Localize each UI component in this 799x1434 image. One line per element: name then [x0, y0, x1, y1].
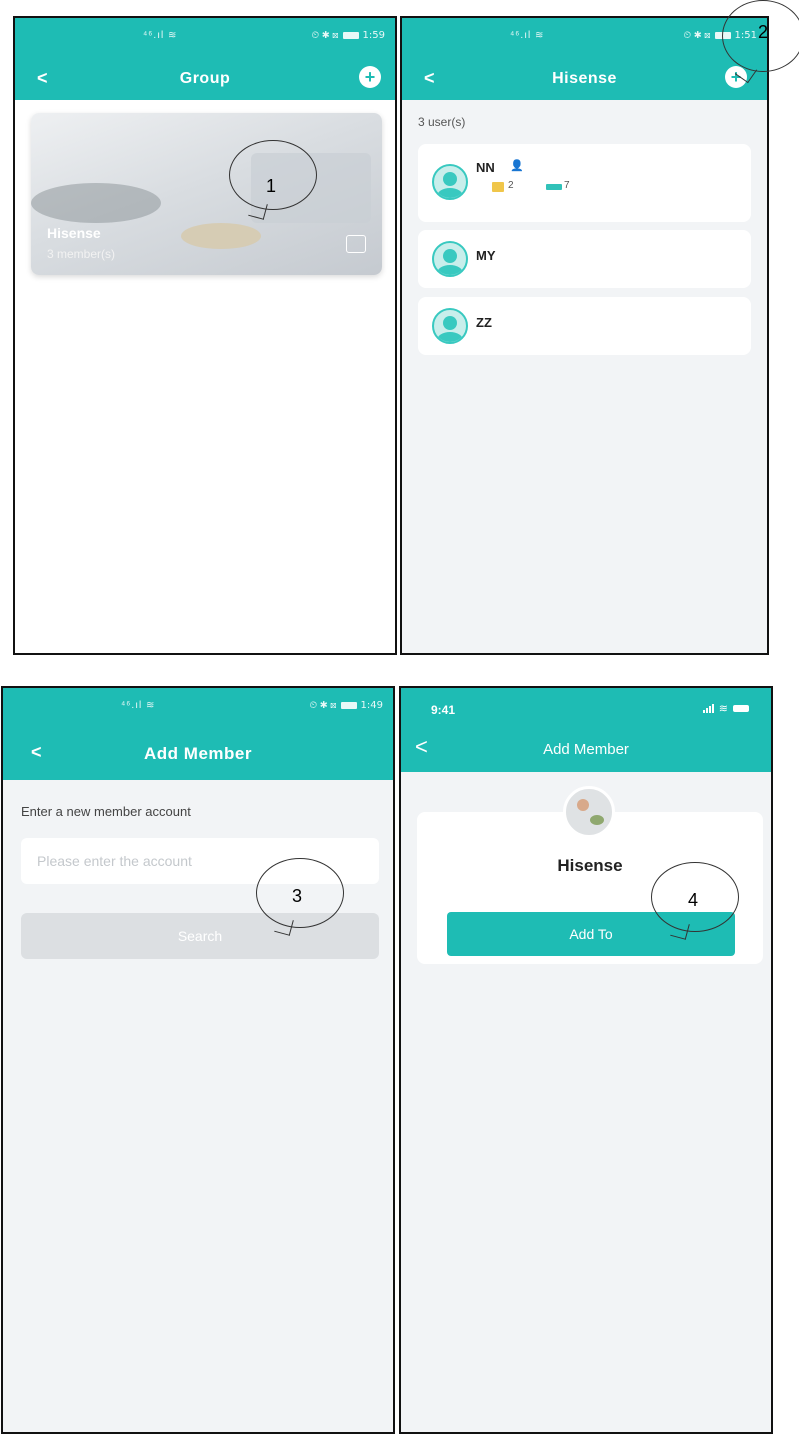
signal-icon: ⁴⁶.ıl ≋	[510, 30, 545, 41]
nav-bar: < Group +	[15, 58, 395, 100]
callout-number-4: 4	[688, 890, 699, 910]
folder-icon	[492, 182, 504, 192]
status-bar: ⁴⁶.ıl ≋ ⏲ ✱ ⊠ 1:51	[402, 18, 767, 58]
group-name: Hisense	[47, 225, 101, 241]
account-label: Enter a new member account	[21, 804, 191, 819]
status-icons: ⏲ ✱ ⊠	[683, 30, 711, 41]
device-icon	[546, 184, 562, 190]
callout-number-3: 3	[292, 886, 303, 906]
battery-icon	[342, 32, 359, 39]
wifi-icon: ≋	[718, 703, 728, 715]
page-title: Add Member	[543, 741, 629, 758]
status-icons: ⏲ ✱ ⊠	[309, 700, 337, 711]
status-time: 9:41	[431, 703, 456, 717]
signal-icon: ⁴⁶.ıl ≋	[121, 700, 156, 711]
user-name: ZZ	[476, 315, 492, 330]
nav-bar: < Hisense +	[402, 58, 767, 100]
user-card-nn[interactable]: NN 👤 2 7	[418, 144, 751, 222]
group-card[interactable]: Hisense 3 member(s)	[31, 113, 382, 275]
card-image-cup	[181, 223, 261, 249]
group-avatar	[563, 786, 615, 838]
status-bar: ⁴⁶.ıl ≋ ⏲ ✱ ⊠ 1:49	[3, 688, 393, 728]
avatar	[432, 241, 468, 277]
status-time: 1:59	[362, 30, 385, 41]
status-bar: 9:41 ≋	[401, 688, 771, 728]
status-time: 1:49	[360, 700, 383, 711]
avatar	[432, 164, 468, 200]
signal-icon	[702, 704, 714, 713]
device-count: 7	[564, 180, 570, 191]
battery-icon	[733, 705, 749, 712]
callout-bubble-1	[229, 140, 317, 210]
user-name: NN	[476, 160, 495, 175]
card-image-plant	[31, 183, 161, 223]
nav-bar: < Add Member	[401, 728, 771, 772]
add-member-search-screen: ⁴⁶.ıl ≋ ⏲ ✱ ⊠ 1:49 < Add Member Enter a …	[1, 686, 395, 1434]
status-icons: ⏲ ✱ ⊠	[311, 30, 339, 41]
page-title: Hisense	[552, 70, 617, 87]
user-count: 3 user(s)	[418, 115, 466, 129]
callout-number-2: 2	[758, 22, 769, 42]
avatar	[432, 308, 468, 344]
group-member-count: 3 member(s)	[47, 247, 116, 261]
group-screen: ⁴⁶.ıl ≋ ⏲ ✱ ⊠ 1:59 < Group + Hisense 3 m…	[13, 16, 397, 655]
group-detail-screen: ⁴⁶.ıl ≋ ⏲ ✱ ⊠ 1:51 < Hisense + 3 user(s)…	[400, 16, 769, 655]
add-group-button[interactable]: +	[359, 66, 381, 88]
edit-icon[interactable]	[346, 235, 366, 253]
page-title: Group	[179, 70, 231, 87]
user-name: MY	[476, 248, 496, 263]
callout-number-1: 1	[266, 176, 277, 196]
nav-bar: < Add Member	[3, 728, 393, 780]
user-card-my[interactable]: MY	[418, 230, 751, 288]
status-bar: ⁴⁶.ıl ≋ ⏲ ✱ ⊠ 1:59	[15, 18, 395, 58]
signal-icon: ⁴⁶.ıl ≋	[143, 30, 178, 41]
add-member-result-screen: 9:41 ≋ < Add Member Hisense Add To	[399, 686, 773, 1434]
admin-icon: 👤	[510, 160, 524, 172]
page-title: Add Member	[144, 744, 252, 763]
user-card-zz[interactable]: ZZ	[418, 297, 751, 355]
battery-icon	[340, 702, 357, 709]
folder-count: 2	[508, 180, 514, 191]
